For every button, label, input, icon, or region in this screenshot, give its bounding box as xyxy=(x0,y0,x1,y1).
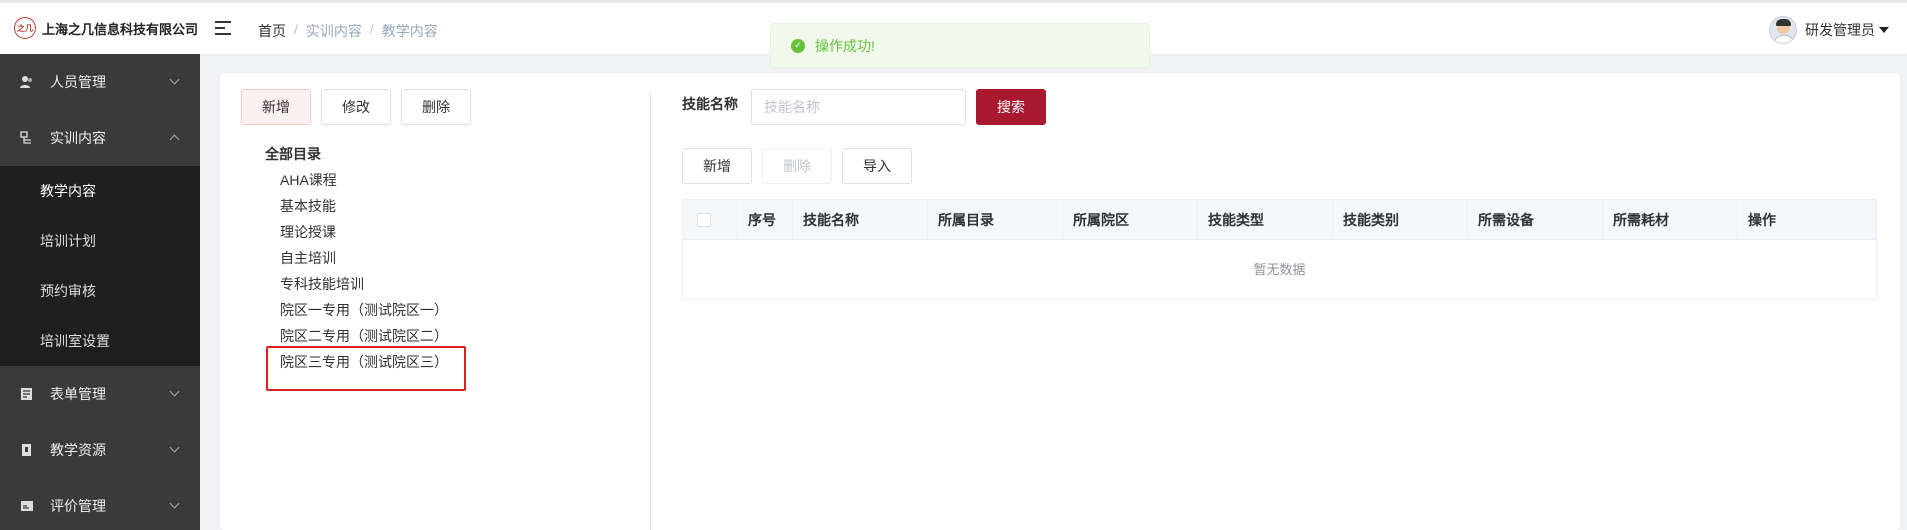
users-icon xyxy=(20,76,32,88)
form-icon xyxy=(21,388,32,400)
tree-node-highlighted[interactable]: 院区三专用（测试院区三） xyxy=(265,349,448,375)
logo-mark-icon: 之几 xyxy=(14,17,36,39)
column-header: 技能名称 xyxy=(793,200,928,240)
breadcrumb-home[interactable]: 首页 xyxy=(258,21,286,41)
select-all-checkbox[interactable] xyxy=(697,213,711,227)
sidebar-item-label: 评价管理 xyxy=(50,498,106,514)
sidebar-subitem-training-plan[interactable]: 培训计划 xyxy=(0,216,200,266)
company-logo[interactable]: 之几 上海之几信息科技有限公司 xyxy=(14,17,198,39)
tree-node[interactable]: 理论授课 xyxy=(265,219,448,245)
tree-node[interactable]: 院区一专用（测试院区一） xyxy=(265,297,448,323)
sidebar-item-training-content[interactable]: 实训内容 xyxy=(0,110,200,166)
sidebar-subitem-teaching-content[interactable]: 教学内容 xyxy=(0,166,200,216)
chevron-down-icon xyxy=(169,498,180,509)
sidebar-subitem-booking-review[interactable]: 预约审核 xyxy=(0,266,200,316)
sidebar-item-evaluation[interactable]: 评价管理 xyxy=(0,478,200,530)
tree-add-button[interactable]: 新增 xyxy=(241,89,311,125)
tree-node[interactable]: 院区二专用（测试院区二） xyxy=(265,323,448,349)
column-header: 所需耗材 xyxy=(1603,200,1738,240)
avatar xyxy=(1769,16,1797,44)
empty-state: 暂无数据 xyxy=(1253,262,1306,277)
tree-root-node[interactable]: 全部目录 xyxy=(265,141,448,167)
user-menu[interactable]: 研发管理员 xyxy=(1769,16,1889,44)
column-header: 操作 xyxy=(1748,212,1776,228)
resource-icon xyxy=(22,444,31,456)
tree-delete-button[interactable]: 删除 xyxy=(401,89,471,125)
column-header: 序号 xyxy=(738,200,793,240)
sidebar-item-label: 教学资源 xyxy=(50,442,106,458)
column-header: 所需设备 xyxy=(1468,200,1603,240)
column-header: 所属目录 xyxy=(928,200,1063,240)
main-panel: 新增 修改 删除 全部目录 AHA课程 基本技能 理论授课 自主培训 专科技能培… xyxy=(220,73,1900,530)
breadcrumb: 首页 / 实训内容 / 教学内容 xyxy=(258,21,438,41)
table-header: 序号 技能名称 所属目录 所属院区 技能类型 技能类别 所需设备 所需耗材 操作 xyxy=(683,200,1876,240)
tree-node[interactable]: AHA课程 xyxy=(265,167,448,193)
tree-node[interactable]: 自主培训 xyxy=(265,245,448,271)
sidebar-subitem-room-settings[interactable]: 培训室设置 xyxy=(0,316,200,366)
content-icon xyxy=(20,131,31,144)
tree-node[interactable]: 专科技能培训 xyxy=(265,271,448,297)
chevron-down-icon xyxy=(169,386,180,397)
breadcrumb-training: 实训内容 xyxy=(305,23,362,39)
breadcrumb-separator: / xyxy=(369,21,374,37)
success-toast: ✓ 操作成功! xyxy=(770,23,1150,68)
evaluation-icon xyxy=(21,501,33,511)
tree-node[interactable]: 基本技能 xyxy=(265,193,448,219)
chevron-down-icon xyxy=(169,442,180,453)
sidebar-item-personnel[interactable]: 人员管理 xyxy=(0,54,200,110)
sidebar-item-label: 实训内容 xyxy=(50,130,106,146)
skill-name-label: 技能名称 xyxy=(682,96,738,112)
panel-divider xyxy=(650,91,651,530)
column-header: 所属院区 xyxy=(1063,200,1198,240)
caret-down-icon xyxy=(1879,27,1889,33)
menu-fold-icon[interactable] xyxy=(215,20,233,36)
company-name: 上海之几信息科技有限公司 xyxy=(42,21,199,37)
breadcrumb-current: 教学内容 xyxy=(381,23,438,39)
tree-edit-button[interactable]: 修改 xyxy=(321,89,391,125)
sidebar-item-label: 表单管理 xyxy=(50,386,106,402)
submenu-training-content: 教学内容 培训计划 预约审核 培训室设置 xyxy=(0,166,200,366)
chevron-down-icon xyxy=(169,74,180,85)
select-all-cell xyxy=(683,200,738,240)
chevron-up-icon xyxy=(169,134,180,145)
column-header: 技能类别 xyxy=(1333,200,1468,240)
import-button[interactable]: 导入 xyxy=(842,148,912,184)
add-skill-button[interactable]: 新增 xyxy=(682,148,752,184)
sidebar-item-label: 人员管理 xyxy=(50,74,106,90)
sidebar-item-forms[interactable]: 表单管理 xyxy=(0,366,200,422)
skill-name-input[interactable] xyxy=(751,89,966,125)
sidebar-item-resources[interactable]: 教学资源 xyxy=(0,422,200,478)
toast-message: 操作成功! xyxy=(815,37,875,54)
column-header: 技能类型 xyxy=(1198,200,1333,240)
skills-table: 序号 技能名称 所属目录 所属院区 技能类型 技能类别 所需设备 所需耗材 操作… xyxy=(682,199,1877,300)
check-circle-icon: ✓ xyxy=(791,38,805,53)
category-tree: 全部目录 AHA课程 基本技能 理论授课 自主培训 专科技能培训 院区一专用（测… xyxy=(265,141,448,375)
breadcrumb-separator: / xyxy=(294,21,298,37)
delete-skill-button: 删除 xyxy=(762,148,832,184)
sidebar: 人员管理 实训内容 教学内容 培训计划 预约审核 培训室设置 表单管理 教学资源… xyxy=(0,54,200,530)
user-name: 研发管理员 xyxy=(1805,22,1875,38)
search-button[interactable]: 搜索 xyxy=(976,89,1046,125)
